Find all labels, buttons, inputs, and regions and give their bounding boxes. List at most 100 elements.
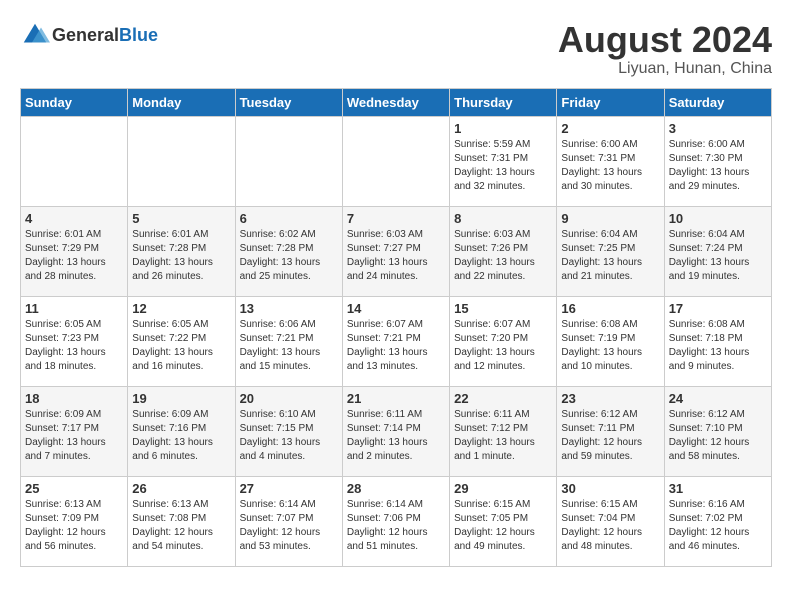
day-info: Sunrise: 6:05 AM Sunset: 7:22 PM Dayligh… bbox=[132, 318, 230, 374]
day-info: Sunrise: 6:00 AM Sunset: 7:30 PM Dayligh… bbox=[669, 138, 767, 194]
calendar-cell: 26 Sunrise: 6:13 AM Sunset: 7:08 PM Dayli… bbox=[128, 476, 235, 566]
day-info: Sunrise: 6:04 AM Sunset: 7:25 PM Dayligh… bbox=[561, 228, 659, 284]
day-info: Sunrise: 6:07 AM Sunset: 7:21 PM Dayligh… bbox=[347, 318, 445, 374]
day-info: Sunrise: 6:13 AM Sunset: 7:09 PM Dayligh… bbox=[25, 498, 123, 554]
day-info: Sunrise: 6:02 AM Sunset: 7:28 PM Dayligh… bbox=[240, 228, 338, 284]
calendar-cell: 12 Sunrise: 6:05 AM Sunset: 7:22 PM Dayli… bbox=[128, 296, 235, 386]
day-info: Sunrise: 6:01 AM Sunset: 7:28 PM Dayligh… bbox=[132, 228, 230, 284]
day-of-week-thursday: Thursday bbox=[450, 88, 557, 116]
day-info: Sunrise: 6:15 AM Sunset: 7:05 PM Dayligh… bbox=[454, 498, 552, 554]
day-info: Sunrise: 6:09 AM Sunset: 7:17 PM Dayligh… bbox=[25, 408, 123, 464]
calendar-cell: 28 Sunrise: 6:14 AM Sunset: 7:06 PM Dayli… bbox=[342, 476, 449, 566]
calendar-cell: 4 Sunrise: 6:01 AM Sunset: 7:29 PM Daylig… bbox=[21, 206, 128, 296]
day-info: Sunrise: 6:14 AM Sunset: 7:06 PM Dayligh… bbox=[347, 498, 445, 554]
calendar-cell: 14 Sunrise: 6:07 AM Sunset: 7:21 PM Dayli… bbox=[342, 296, 449, 386]
day-info: Sunrise: 6:15 AM Sunset: 7:04 PM Dayligh… bbox=[561, 498, 659, 554]
day-number: 19 bbox=[132, 391, 230, 406]
calendar-cell: 23Sunrise: 6:12 AM Sunset: 7:11 PM Dayli… bbox=[557, 386, 664, 476]
calendar-cell: 2 Sunrise: 6:00 AM Sunset: 7:31 PM Daylig… bbox=[557, 116, 664, 206]
calendar-cell: 30 Sunrise: 6:15 AM Sunset: 7:04 PM Dayli… bbox=[557, 476, 664, 566]
calendar-cell: 19 Sunrise: 6:09 AM Sunset: 7:16 PM Dayli… bbox=[128, 386, 235, 476]
day-number: 26 bbox=[132, 481, 230, 496]
day-number: 16 bbox=[561, 301, 659, 316]
day-info: Sunrise: 6:06 AM Sunset: 7:21 PM Dayligh… bbox=[240, 318, 338, 374]
day-number: 28 bbox=[347, 481, 445, 496]
calendar-cell: 10Sunrise: 6:04 AM Sunset: 7:24 PM Dayli… bbox=[664, 206, 771, 296]
day-number: 25 bbox=[25, 481, 123, 496]
day-number: 31 bbox=[669, 481, 767, 496]
calendar-cell bbox=[342, 116, 449, 206]
day-number: 27 bbox=[240, 481, 338, 496]
day-info: Sunrise: 6:12 AM Sunset: 7:10 PM Dayligh… bbox=[669, 408, 767, 464]
day-info: Sunrise: 6:11 AM Sunset: 7:12 PM Dayligh… bbox=[454, 408, 552, 464]
day-info: Sunrise: 6:16 AM Sunset: 7:02 PM Dayligh… bbox=[669, 498, 767, 554]
day-info: Sunrise: 6:05 AM Sunset: 7:23 PM Dayligh… bbox=[25, 318, 123, 374]
calendar-week-3: 11Sunrise: 6:05 AM Sunset: 7:23 PM Dayli… bbox=[21, 296, 772, 386]
day-of-week-friday: Friday bbox=[557, 88, 664, 116]
day-number: 10 bbox=[669, 211, 767, 226]
calendar-cell: 11Sunrise: 6:05 AM Sunset: 7:23 PM Dayli… bbox=[21, 296, 128, 386]
calendar-cell bbox=[128, 116, 235, 206]
calendar-cell: 20Sunrise: 6:10 AM Sunset: 7:15 PM Dayli… bbox=[235, 386, 342, 476]
calendar-week-4: 18 Sunrise: 6:09 AM Sunset: 7:17 PM Dayli… bbox=[21, 386, 772, 476]
day-number: 30 bbox=[561, 481, 659, 496]
calendar-cell: 18 Sunrise: 6:09 AM Sunset: 7:17 PM Dayli… bbox=[21, 386, 128, 476]
day-header-row: SundayMondayTuesdayWednesdayThursdayFrid… bbox=[21, 88, 772, 116]
month-year-title: August 2024 bbox=[558, 20, 772, 60]
day-of-week-wednesday: Wednesday bbox=[342, 88, 449, 116]
calendar-cell: 15 Sunrise: 6:07 AM Sunset: 7:20 PM Dayli… bbox=[450, 296, 557, 386]
calendar-cell: 21 Sunrise: 6:11 AM Sunset: 7:14 PM Dayli… bbox=[342, 386, 449, 476]
logo: GeneralBlue bbox=[20, 20, 158, 50]
day-info: Sunrise: 6:10 AM Sunset: 7:15 PM Dayligh… bbox=[240, 408, 338, 464]
day-info: Sunrise: 6:08 AM Sunset: 7:18 PM Dayligh… bbox=[669, 318, 767, 374]
day-info: Sunrise: 6:13 AM Sunset: 7:08 PM Dayligh… bbox=[132, 498, 230, 554]
calendar-week-2: 4 Sunrise: 6:01 AM Sunset: 7:29 PM Daylig… bbox=[21, 206, 772, 296]
calendar-header: SundayMondayTuesdayWednesdayThursdayFrid… bbox=[21, 88, 772, 116]
logo-text-general: General bbox=[52, 25, 119, 45]
day-number: 5 bbox=[132, 211, 230, 226]
calendar-cell: 8 Sunrise: 6:03 AM Sunset: 7:26 PM Daylig… bbox=[450, 206, 557, 296]
day-number: 23 bbox=[561, 391, 659, 406]
day-number: 21 bbox=[347, 391, 445, 406]
day-of-week-monday: Monday bbox=[128, 88, 235, 116]
calendar-week-5: 25 Sunrise: 6:13 AM Sunset: 7:09 PM Dayli… bbox=[21, 476, 772, 566]
calendar-cell: 27 Sunrise: 6:14 AM Sunset: 7:07 PM Dayli… bbox=[235, 476, 342, 566]
day-number: 4 bbox=[25, 211, 123, 226]
day-number: 12 bbox=[132, 301, 230, 316]
day-info: Sunrise: 6:07 AM Sunset: 7:20 PM Dayligh… bbox=[454, 318, 552, 374]
day-number: 15 bbox=[454, 301, 552, 316]
day-number: 14 bbox=[347, 301, 445, 316]
calendar-cell: 22Sunrise: 6:11 AM Sunset: 7:12 PM Dayli… bbox=[450, 386, 557, 476]
day-number: 17 bbox=[669, 301, 767, 316]
calendar-cell: 13 Sunrise: 6:06 AM Sunset: 7:21 PM Dayli… bbox=[235, 296, 342, 386]
calendar-cell: 24 Sunrise: 6:12 AM Sunset: 7:10 PM Dayli… bbox=[664, 386, 771, 476]
day-number: 29 bbox=[454, 481, 552, 496]
day-of-week-saturday: Saturday bbox=[664, 88, 771, 116]
day-number: 8 bbox=[454, 211, 552, 226]
day-info: Sunrise: 6:11 AM Sunset: 7:14 PM Dayligh… bbox=[347, 408, 445, 464]
day-info: Sunrise: 6:14 AM Sunset: 7:07 PM Dayligh… bbox=[240, 498, 338, 554]
calendar-cell: 17 Sunrise: 6:08 AM Sunset: 7:18 PM Dayli… bbox=[664, 296, 771, 386]
day-number: 2 bbox=[561, 121, 659, 136]
calendar-cell bbox=[235, 116, 342, 206]
day-info: Sunrise: 6:03 AM Sunset: 7:26 PM Dayligh… bbox=[454, 228, 552, 284]
day-number: 24 bbox=[669, 391, 767, 406]
day-info: Sunrise: 6:00 AM Sunset: 7:31 PM Dayligh… bbox=[561, 138, 659, 194]
day-info: Sunrise: 5:59 AM Sunset: 7:31 PM Dayligh… bbox=[454, 138, 552, 194]
calendar-cell bbox=[21, 116, 128, 206]
page-header: GeneralBlue August 2024 Liyuan, Hunan, C… bbox=[20, 20, 772, 78]
day-number: 18 bbox=[25, 391, 123, 406]
day-number: 3 bbox=[669, 121, 767, 136]
logo-text-blue: Blue bbox=[119, 25, 158, 45]
calendar-cell: 16Sunrise: 6:08 AM Sunset: 7:19 PM Dayli… bbox=[557, 296, 664, 386]
day-of-week-sunday: Sunday bbox=[21, 88, 128, 116]
day-info: Sunrise: 6:01 AM Sunset: 7:29 PM Dayligh… bbox=[25, 228, 123, 284]
title-section: August 2024 Liyuan, Hunan, China bbox=[558, 20, 772, 78]
day-number: 13 bbox=[240, 301, 338, 316]
calendar-cell: 1 Sunrise: 5:59 AM Sunset: 7:31 PM Daylig… bbox=[450, 116, 557, 206]
day-info: Sunrise: 6:09 AM Sunset: 7:16 PM Dayligh… bbox=[132, 408, 230, 464]
day-of-week-tuesday: Tuesday bbox=[235, 88, 342, 116]
calendar-week-1: 1 Sunrise: 5:59 AM Sunset: 7:31 PM Daylig… bbox=[21, 116, 772, 206]
calendar-cell: 25 Sunrise: 6:13 AM Sunset: 7:09 PM Dayli… bbox=[21, 476, 128, 566]
day-number: 1 bbox=[454, 121, 552, 136]
